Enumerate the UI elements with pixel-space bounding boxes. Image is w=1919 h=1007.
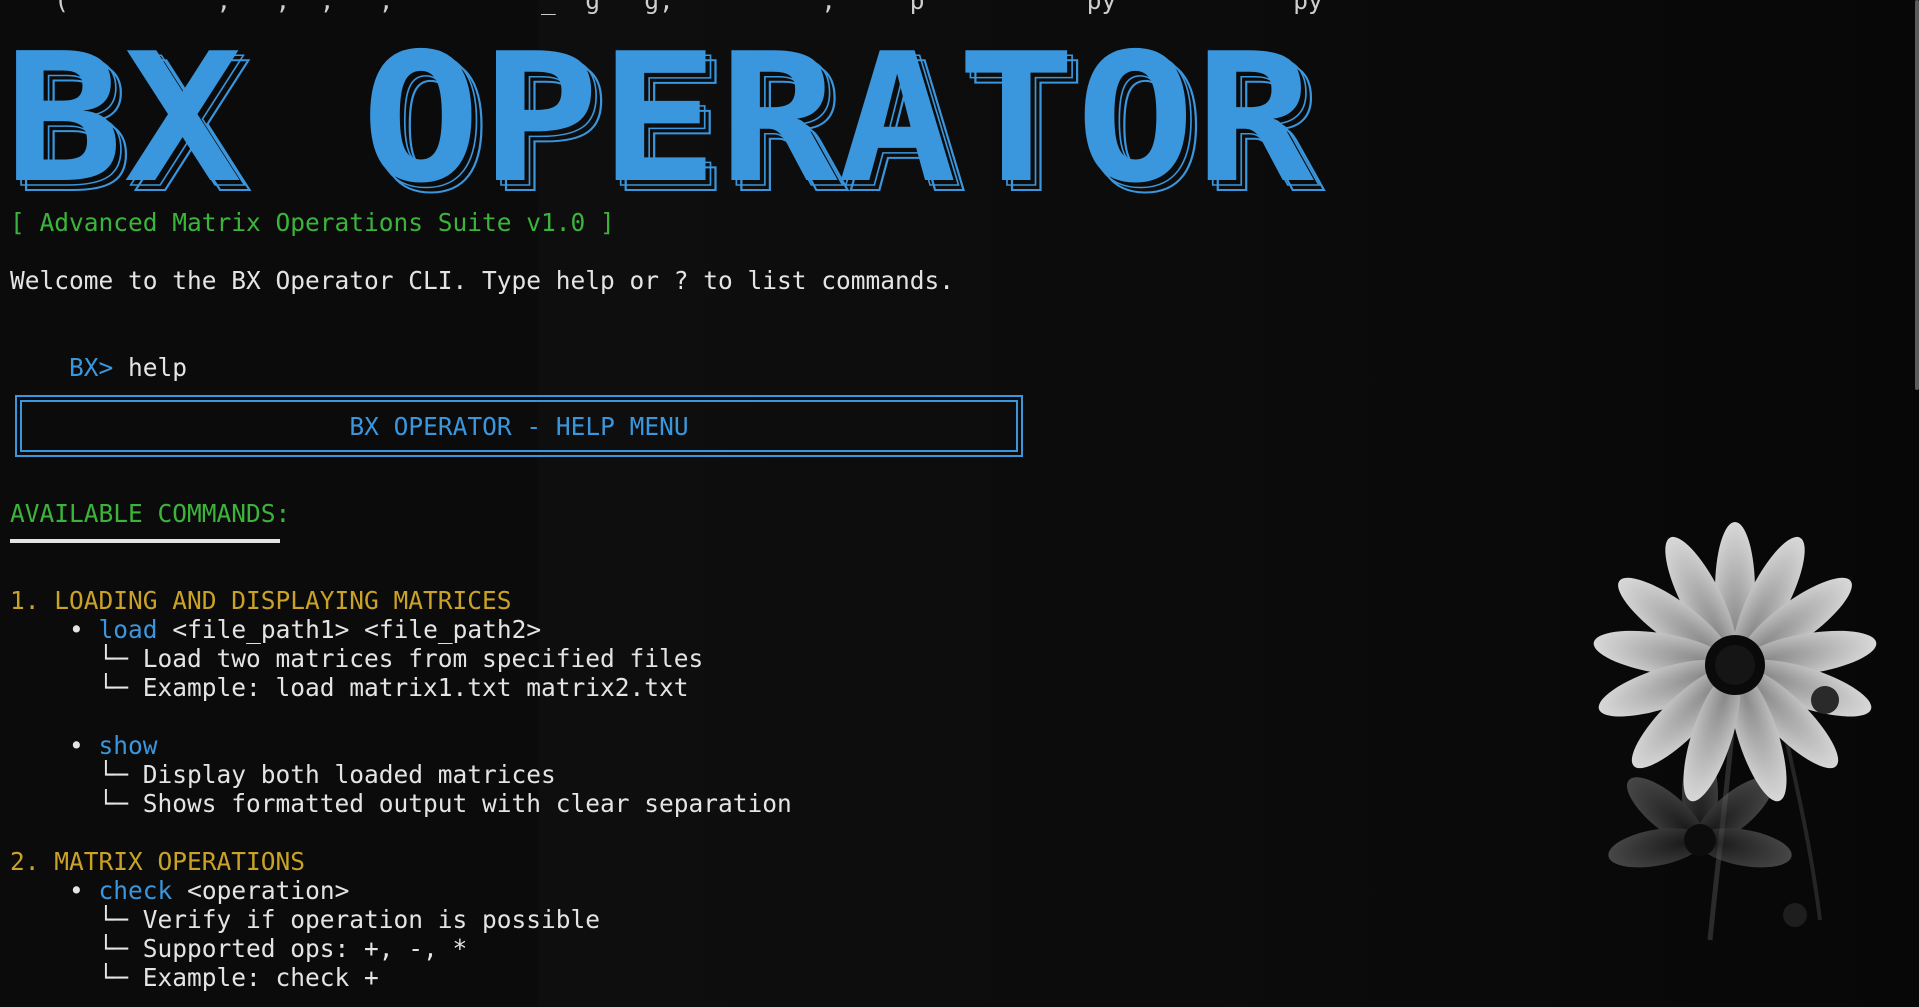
command-item-load: • load <file_path1> <file_path2> xyxy=(10,615,541,644)
tree-branch-icon: └─ xyxy=(98,934,129,963)
command-detail: └─ Example: check + xyxy=(10,963,379,992)
help-menu-title: BX OPERATOR - HELP MENU xyxy=(349,412,689,441)
suite-subtitle: [ Advanced Matrix Operations Suite v1.0 … xyxy=(10,208,615,237)
command-detail: └─ Display both loaded matrices xyxy=(10,760,556,789)
command-args-load: <file_path1> <file_path2> xyxy=(157,615,542,644)
command-detail: └─ Example: load matrix1.txt matrix2.txt xyxy=(10,673,689,702)
welcome-message: Welcome to the BX Operator CLI. Type hel… xyxy=(10,266,955,295)
command-detail: └─ Supported ops: +, -, * xyxy=(10,934,468,963)
heading-underline xyxy=(10,539,280,543)
section-heading-operations: 2. MATRIX OPERATIONS xyxy=(10,847,306,876)
detail-text: Shows formatted output with clear separa… xyxy=(142,789,792,818)
detail-text: Example: load matrix1.txt matrix2.txt xyxy=(142,673,689,702)
scrollbar[interactable] xyxy=(1913,0,1919,1007)
command-name-check: check xyxy=(98,876,173,905)
help-menu-box: BX OPERATOR - HELP MENU xyxy=(15,395,1023,457)
tree-branch-icon: └─ xyxy=(98,789,129,818)
tree-branch-icon: └─ xyxy=(98,760,129,789)
bullet-icon: • xyxy=(69,731,84,760)
tree-branch-icon: └─ xyxy=(98,905,129,934)
command-detail: └─ Shows formatted output with clear sep… xyxy=(10,789,792,818)
bullet-icon: • xyxy=(69,876,84,905)
prompt-label: BX> xyxy=(69,353,114,382)
command-item-show: • show xyxy=(10,731,158,760)
previous-output-line: ( , , , , _ g g, , p py py xyxy=(10,0,1323,15)
bullet-icon: • xyxy=(69,615,84,644)
command-name-show: show xyxy=(98,731,158,760)
banner-fill: BX OPERATOR xyxy=(6,30,1315,202)
bx-operator-banner: BX OPERATOR BX OPERATOR BX OPERATOR xyxy=(6,30,1326,202)
tree-branch-icon: └─ xyxy=(98,963,129,992)
flower-wallpaper-image xyxy=(1593,522,1877,941)
tree-branch-icon: └─ xyxy=(98,673,129,702)
entered-command: help xyxy=(113,353,188,382)
section-heading-loading: 1. LOADING AND DISPLAYING MATRICES xyxy=(10,586,512,615)
available-commands-heading: AVAILABLE COMMANDS: xyxy=(10,499,291,528)
tree-branch-icon: └─ xyxy=(98,644,129,673)
command-detail: └─ Verify if operation is possible xyxy=(10,905,601,934)
command-name-load: load xyxy=(98,615,158,644)
detail-text: Supported ops: +, -, * xyxy=(142,934,468,963)
command-item-check: • check <operation> xyxy=(10,876,349,905)
command-args-check: <operation> xyxy=(172,876,350,905)
detail-text: Verify if operation is possible xyxy=(142,905,601,934)
detail-text: Display both loaded matrices xyxy=(142,760,556,789)
terminal-window[interactable]: ( , , , , _ g g, , p py py BX OPERATOR B… xyxy=(0,0,1919,1007)
detail-text: Example: check + xyxy=(142,963,379,992)
detail-text: Load two matrices from specified files xyxy=(142,644,704,673)
scrollbar-thumb[interactable] xyxy=(1915,0,1919,390)
command-detail: └─ Load two matrices from specified file… xyxy=(10,644,704,673)
